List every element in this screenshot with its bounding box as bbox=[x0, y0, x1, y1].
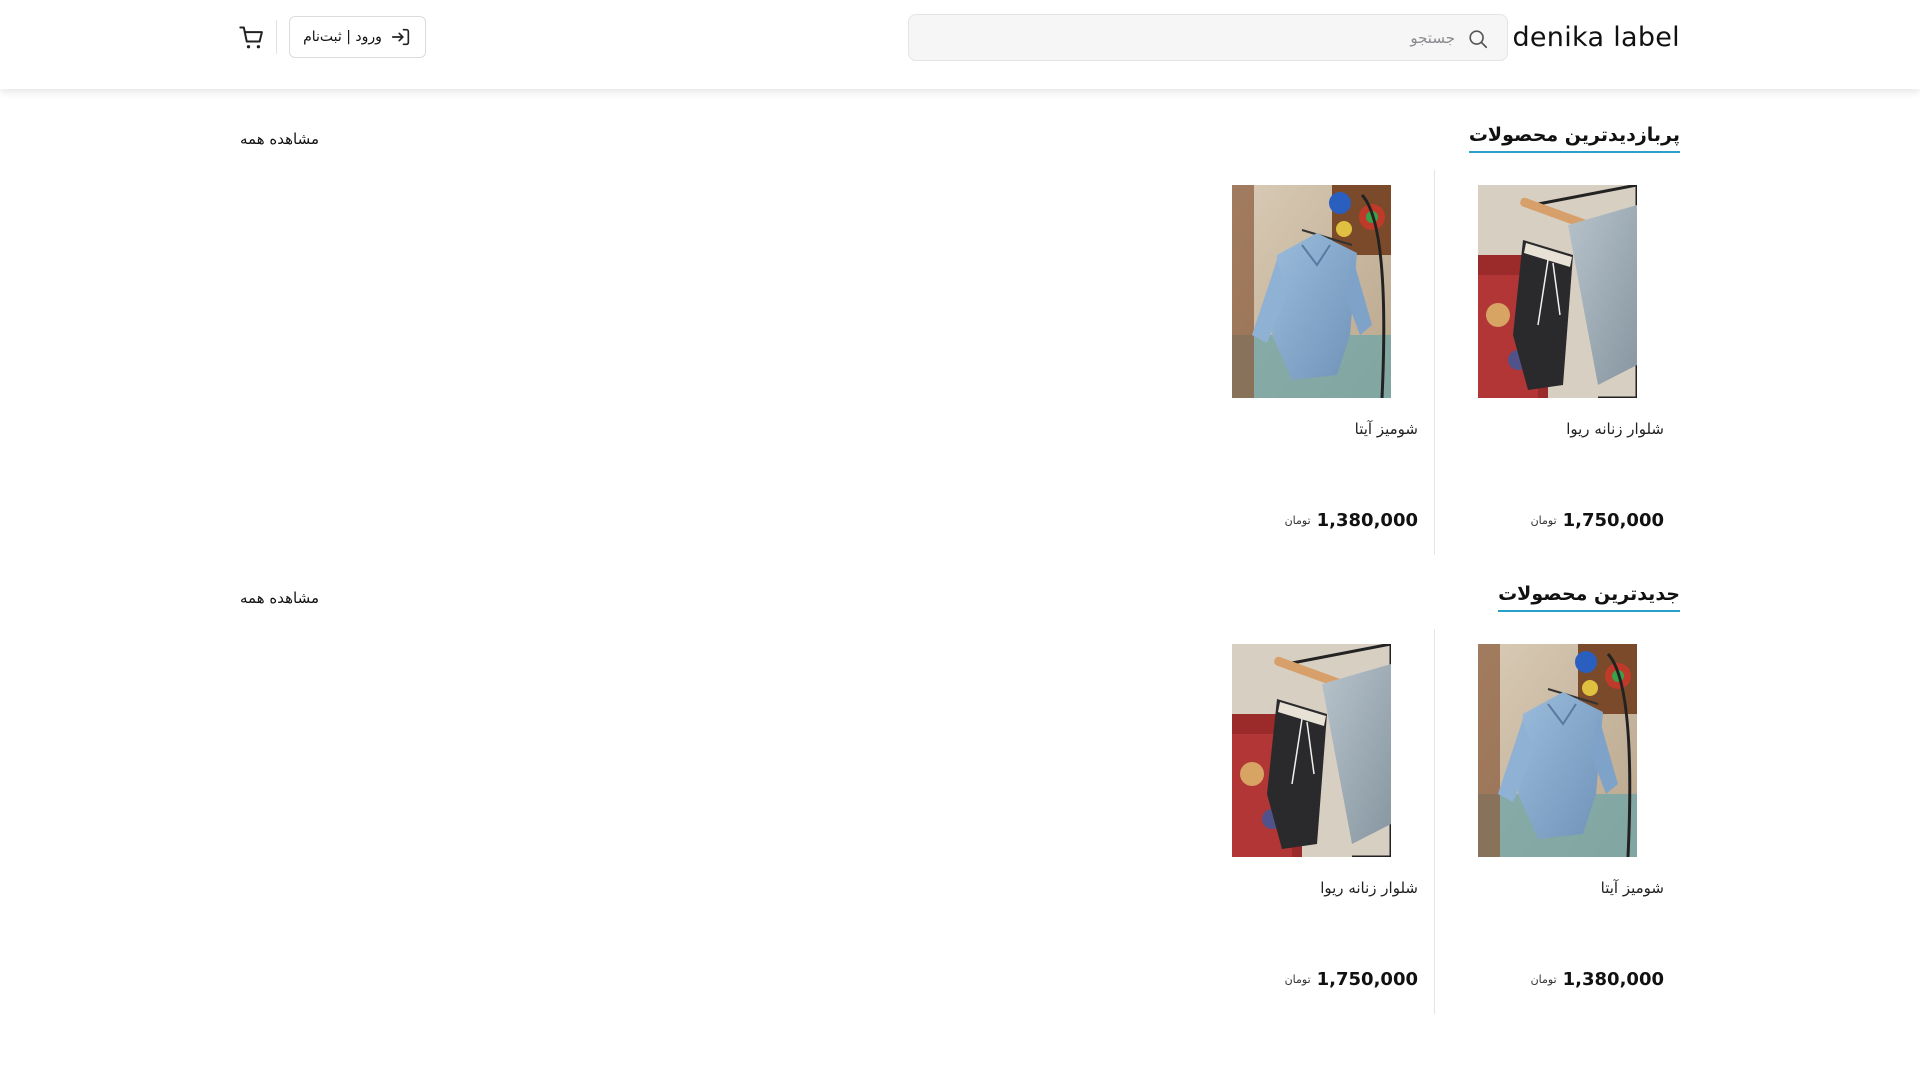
header-divider bbox=[276, 20, 277, 54]
product-image[interactable] bbox=[1232, 185, 1391, 398]
price-currency: تومان bbox=[1284, 514, 1311, 527]
login-register-label: ورود | ثبت‌نام bbox=[303, 29, 382, 45]
price-currency: تومان bbox=[1530, 973, 1557, 986]
product-price: 1,380,000 تومان bbox=[1531, 969, 1664, 990]
section-title: پربازدیدترین محصولات bbox=[1468, 124, 1680, 153]
login-register-button[interactable]: ورود | ثبت‌نام bbox=[289, 16, 426, 58]
cart-icon[interactable] bbox=[238, 24, 266, 52]
product-image[interactable] bbox=[1478, 185, 1637, 398]
product-card[interactable]: شومیز آیتا 1,380,000 تومان bbox=[1188, 170, 1434, 555]
search-icon bbox=[1469, 30, 1488, 49]
product-row: شومیز آیتا 1,380,000 تومان شلوار زنانه ر… bbox=[1080, 629, 1680, 1014]
product-card[interactable]: شلوار زنانه ریوا 1,750,000 تومان bbox=[1188, 629, 1434, 1014]
product-name[interactable]: شومیز آیتا bbox=[1601, 879, 1664, 897]
product-price: 1,750,000 تومان bbox=[1531, 510, 1664, 531]
product-name[interactable]: شلوار زنانه ریوا bbox=[1566, 420, 1664, 438]
price-amount: 1,750,000 bbox=[1316, 969, 1418, 990]
product-image[interactable] bbox=[1232, 644, 1391, 857]
price-amount: 1,380,000 bbox=[1316, 510, 1418, 531]
product-name[interactable]: شومیز آیتا bbox=[1355, 420, 1418, 438]
product-name[interactable]: شلوار زنانه ریوا bbox=[1320, 879, 1418, 897]
product-card[interactable]: شلوار زنانه ریوا 1,750,000 تومان bbox=[1434, 170, 1680, 555]
price-currency: تومان bbox=[1530, 514, 1557, 527]
section-title: جدیدترین محصولات bbox=[1498, 583, 1680, 612]
product-card[interactable]: شومیز آیتا 1,380,000 تومان bbox=[1434, 629, 1680, 1014]
price-currency: تومان bbox=[1284, 973, 1311, 986]
price-amount: 1,380,000 bbox=[1562, 969, 1664, 990]
brand-logo-text[interactable]: denika label bbox=[1512, 22, 1680, 53]
view-all-link[interactable]: مشاهده همه bbox=[240, 130, 319, 148]
product-price: 1,750,000 تومان bbox=[1285, 969, 1418, 990]
view-all-link[interactable]: مشاهده همه bbox=[240, 589, 319, 607]
product-price: 1,380,000 تومان bbox=[1285, 510, 1418, 531]
product-image[interactable] bbox=[1478, 644, 1637, 857]
site-header: denika label ورود | ثبت‌نام bbox=[0, 0, 1920, 89]
price-amount: 1,750,000 bbox=[1562, 510, 1664, 531]
search-box[interactable] bbox=[908, 14, 1508, 61]
product-row: شلوار زنانه ریوا 1,750,000 تومان شومیز آ… bbox=[1080, 170, 1680, 555]
login-icon bbox=[391, 28, 410, 46]
search-input[interactable] bbox=[935, 15, 1455, 60]
